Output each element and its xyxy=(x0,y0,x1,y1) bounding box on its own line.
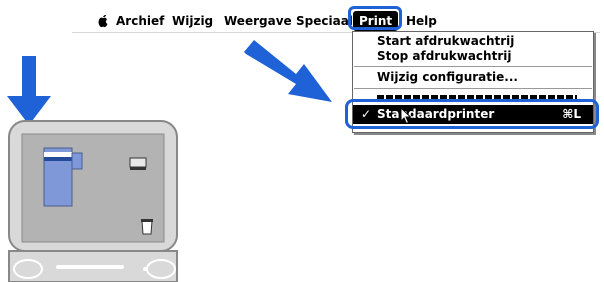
menu-separator xyxy=(354,66,592,67)
menu-help[interactable]: Help xyxy=(406,14,437,28)
menu-item-change-config[interactable]: Wijzig configuratie... xyxy=(377,70,518,84)
mouse-pointer-icon xyxy=(400,107,412,125)
menu-separator xyxy=(354,88,592,89)
print-menu-highlight-ring xyxy=(348,6,402,30)
apple-menu-icon[interactable] xyxy=(96,14,110,28)
menu-archief[interactable]: Archief xyxy=(116,14,164,28)
menu-weergave[interactable]: Weergave xyxy=(224,14,292,28)
arrow-diagonal-icon xyxy=(244,40,332,102)
computer-icon xyxy=(8,120,178,282)
menu-item-start-queue[interactable]: Start afdrukwachtrij xyxy=(377,34,514,48)
menu-item-stop-queue[interactable]: Stop afdrukwachtrij xyxy=(377,49,511,63)
selected-item-highlight-ring xyxy=(345,99,599,129)
menu-speciaal[interactable]: Speciaal xyxy=(296,14,353,28)
menubar: Archief Wijzig Weergave Speciaal Print H… xyxy=(72,10,600,33)
arrow-down-icon xyxy=(7,56,51,125)
menu-wijzig[interactable]: Wijzig xyxy=(172,14,213,28)
